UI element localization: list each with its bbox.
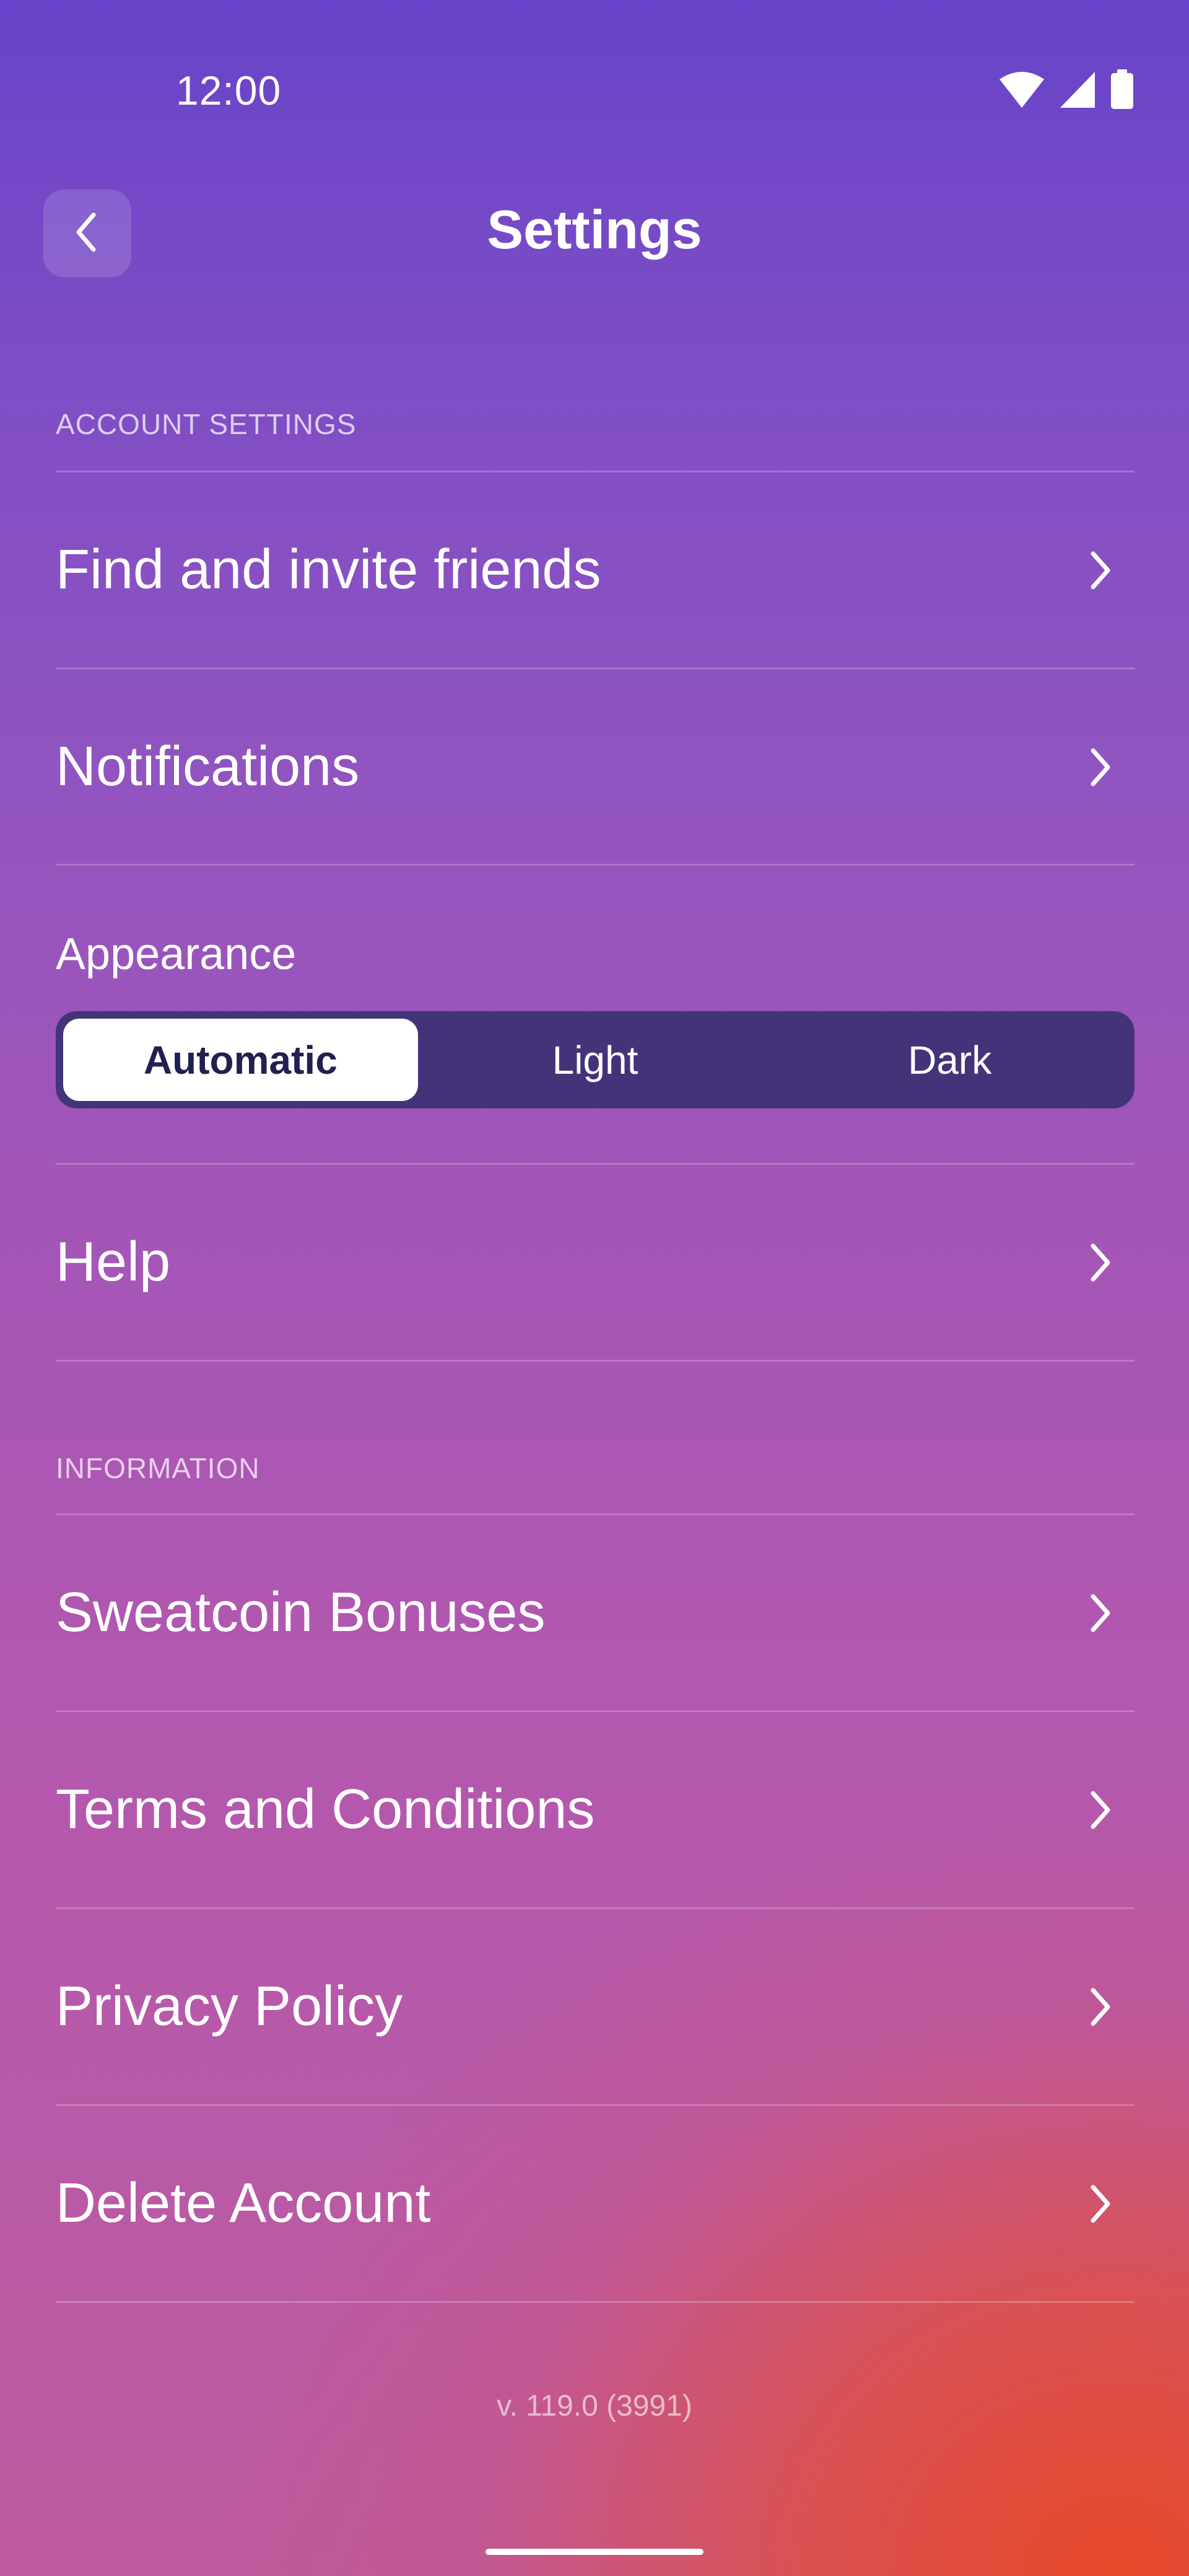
section-label-account-settings: ACCOUNT SETTINGS [56,408,357,440]
appearance-label: Appearance [56,929,297,979]
row-label-find-and-invite-friends: Find and invite friends [56,539,601,601]
chevron-right-icon [1079,1985,1122,2029]
status-icons [998,69,1135,113]
row-label-help: Help [56,1231,171,1293]
chevron-right-icon [1079,2182,1122,2226]
chevron-right-icon [1079,1788,1122,1832]
row-label-sweatcoin-bonuses: Sweatcoin Bonuses [56,1582,546,1643]
battery-icon [1110,69,1135,113]
divider [56,1360,1135,1362]
appearance-option-light[interactable]: Light [418,1019,773,1101]
chevron-right-icon [1079,549,1122,592]
appearance-option-dark[interactable]: Dark [772,1019,1127,1101]
row-sweatcoin-bonuses[interactable]: Sweatcoin Bonuses [56,1515,1135,1710]
page-title: Settings [487,199,702,260]
chevron-right-icon [1079,746,1122,789]
section-label-information: INFORMATION [56,1452,260,1484]
row-terms-and-conditions[interactable]: Terms and Conditions [56,1712,1135,1907]
row-label-terms-and-conditions: Terms and Conditions [56,1778,595,1840]
wifi-icon [998,71,1045,112]
row-privacy-policy[interactable]: Privacy Policy [56,1909,1135,2104]
app-version: v. 119.0 (3991) [497,2390,692,2422]
row-notifications[interactable]: Notifications [56,669,1135,864]
chevron-right-icon [1079,1241,1122,1284]
appearance-segmented-control: Automatic Light Dark [56,1011,1135,1108]
settings-screen: 12:00 Settings ACCOUNT SETTINGS Find and… [0,0,1189,2576]
row-label-privacy-policy: Privacy Policy [56,1975,403,2037]
row-find-and-invite-friends[interactable]: Find and invite friends [56,472,1135,668]
cellular-signal-icon [1059,71,1096,112]
divider [56,864,1135,866]
status-time: 12:00 [176,67,282,113]
row-help[interactable]: Help [56,1165,1135,1360]
row-label-notifications: Notifications [56,736,360,798]
row-delete-account[interactable]: Delete Account [56,2106,1135,2301]
chevron-right-icon [1079,1591,1122,1635]
home-indicator[interactable] [486,2549,703,2555]
row-label-delete-account: Delete Account [56,2172,431,2234]
status-bar: 12:00 [0,0,1189,124]
divider [56,2301,1135,2303]
appearance-option-automatic[interactable]: Automatic [63,1019,418,1101]
